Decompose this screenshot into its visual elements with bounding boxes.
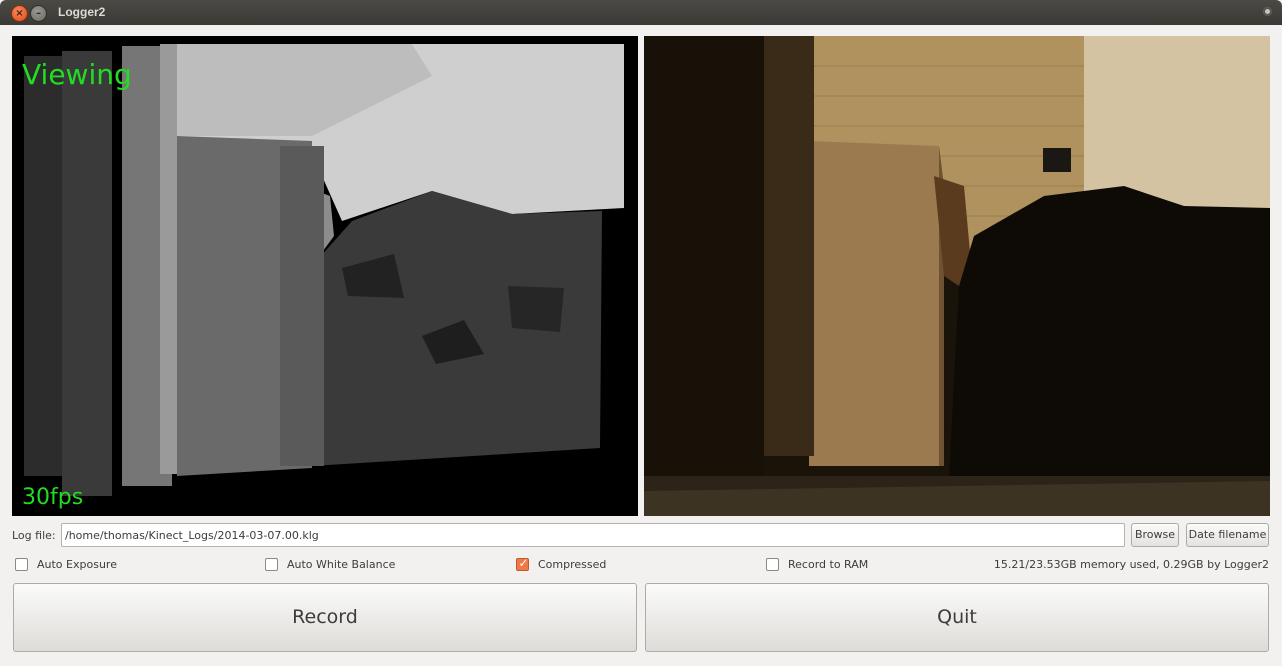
- close-button[interactable]: ×: [11, 5, 28, 22]
- auto-white-balance-label: Auto White Balance: [287, 558, 396, 571]
- compressed-label: Compressed: [538, 558, 607, 571]
- checkmark-icon: ✓: [518, 556, 529, 570]
- memory-usage-status: 15.21/23.53GB memory used, 0.29GB by Log…: [993, 558, 1269, 571]
- minimize-button[interactable]: –: [30, 5, 47, 22]
- title-bar[interactable]: × – Logger2: [0, 0, 1282, 25]
- viewing-status: Viewing: [22, 58, 132, 91]
- depth-view: Viewing 30fps: [12, 36, 638, 516]
- rgb-image: [644, 36, 1270, 516]
- log-file-label: Log file:: [12, 529, 56, 542]
- browse-button[interactable]: Browse: [1131, 523, 1179, 547]
- close-icon: ×: [15, 8, 24, 19]
- fps-counter: 30fps: [22, 485, 84, 510]
- window-title: Logger2: [58, 5, 106, 19]
- window-menu-icon[interactable]: [1263, 7, 1272, 16]
- record-button[interactable]: Record: [13, 583, 637, 652]
- log-file-field[interactable]: /home/thomas/Kinect_Logs/2014-03-07.00.k…: [61, 523, 1125, 547]
- compressed-checkbox[interactable]: ✓: [516, 556, 529, 571]
- depth-image: [12, 36, 638, 516]
- record-to-ram-label: Record to RAM: [788, 558, 869, 571]
- rgb-view: [644, 36, 1270, 516]
- quit-button[interactable]: Quit: [645, 583, 1269, 652]
- record-to-ram-checkbox[interactable]: [766, 558, 779, 571]
- logger2-window: × – Logger2 Viewing 30fps Log file: /hom…: [0, 0, 1282, 666]
- auto-exposure-checkbox[interactable]: [15, 558, 28, 571]
- auto-white-balance-checkbox[interactable]: [265, 558, 278, 571]
- minimize-icon: –: [36, 8, 41, 19]
- date-filename-button[interactable]: Date filename: [1186, 523, 1269, 547]
- auto-exposure-label: Auto Exposure: [37, 558, 117, 571]
